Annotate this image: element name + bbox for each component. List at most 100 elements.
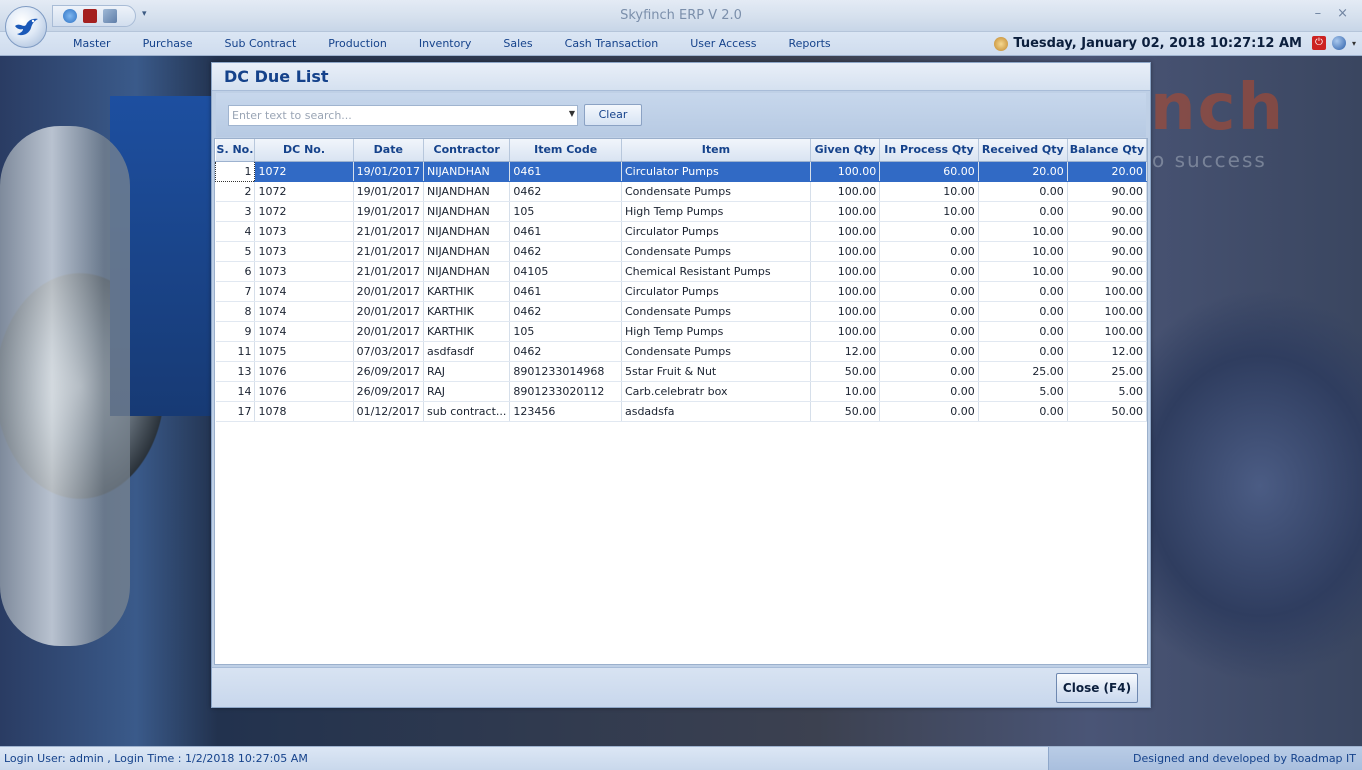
- table-cell[interactable]: 19/01/2017: [353, 201, 425, 222]
- table-cell[interactable]: 26/09/2017: [353, 381, 425, 402]
- table-cell[interactable]: 11: [215, 341, 256, 362]
- table-cell[interactable]: 1073: [254, 241, 354, 262]
- table-cell[interactable]: 0.00: [879, 281, 979, 302]
- table-cell[interactable]: 1073: [254, 261, 354, 282]
- table-cell[interactable]: asdfasdf: [423, 341, 511, 362]
- table-cell[interactable]: 90.00: [1067, 201, 1147, 222]
- table-cell[interactable]: 100.00: [810, 201, 881, 222]
- table-row[interactable]: 1 1072 19/01/2017 NIJANDHAN 0461 Circulator P…: [215, 160, 1147, 182]
- table-cell[interactable]: 100.00: [810, 161, 881, 182]
- table-cell[interactable]: 0462: [509, 181, 622, 202]
- table-cell[interactable]: 1076: [254, 361, 354, 382]
- table-cell[interactable]: 0.00: [978, 401, 1068, 422]
- table-row[interactable]: 4 1073 21/01/2017 NIJANDHAN 0461 Circulator P…: [215, 221, 1147, 242]
- table-cell[interactable]: 5: [215, 241, 256, 262]
- table-row[interactable]: 14 1076 26/09/2017 RAJ 8901233020112 Carb.cel…: [215, 381, 1147, 402]
- table-cell[interactable]: 10.00: [978, 241, 1068, 262]
- table-cell[interactable]: 90.00: [1067, 241, 1147, 262]
- table-cell[interactable]: 0461: [509, 281, 622, 302]
- menu-item-purchase[interactable]: Purchase: [127, 32, 209, 56]
- table-cell[interactable]: 0.00: [879, 401, 979, 422]
- table-row[interactable]: 11 1075 07/03/2017 asdfasdf 0462 Condensate P…: [215, 341, 1147, 362]
- close-button[interactable]: Close (F4): [1056, 673, 1138, 703]
- table-cell[interactable]: Condensate Pumps: [621, 301, 811, 322]
- table-cell[interactable]: 100.00: [810, 321, 881, 342]
- table-cell[interactable]: 7: [215, 281, 256, 302]
- table-cell[interactable]: 90.00: [1067, 261, 1147, 282]
- table-cell[interactable]: 20/01/2017: [353, 321, 425, 342]
- table-cell[interactable]: NIJANDHAN: [423, 221, 511, 242]
- table-cell[interactable]: 5.00: [1067, 381, 1147, 402]
- table-cell[interactable]: Circulator Pumps: [621, 281, 811, 302]
- table-cell[interactable]: 0.00: [879, 341, 979, 362]
- table-cell[interactable]: 0461: [509, 161, 622, 182]
- menu-item-sub-contract[interactable]: Sub Contract: [209, 32, 313, 56]
- table-cell[interactable]: 1072: [254, 181, 354, 202]
- table-cell[interactable]: 14: [215, 381, 256, 402]
- app-menu-button[interactable]: [5, 6, 47, 48]
- table-cell[interactable]: 1076: [254, 381, 354, 402]
- table-cell[interactable]: 1073: [254, 221, 354, 242]
- table-row[interactable]: 9 1074 20/01/2017 KARTHIK 105 High Temp Pumps…: [215, 321, 1147, 342]
- table-row[interactable]: 5 1073 21/01/2017 NIJANDHAN 0462 Condensate P…: [215, 241, 1147, 262]
- table-cell[interactable]: 01/12/2017: [353, 401, 425, 422]
- table-cell[interactable]: 60.00: [879, 161, 979, 182]
- table-cell[interactable]: 0.00: [879, 221, 979, 242]
- table-cell[interactable]: 1074: [254, 281, 354, 302]
- column-header-contractor[interactable]: Contractor: [423, 139, 511, 162]
- table-cell[interactable]: NIJANDHAN: [423, 261, 511, 282]
- table-cell[interactable]: sub contract...: [423, 401, 511, 422]
- table-cell[interactable]: RAJ: [423, 361, 511, 382]
- table-cell[interactable]: 105: [509, 201, 622, 222]
- table-cell[interactable]: 105: [509, 321, 622, 342]
- table-cell[interactable]: 0.00: [879, 241, 979, 262]
- table-cell[interactable]: 20.00: [1067, 161, 1147, 182]
- column-header-given-qty[interactable]: Given Qty: [810, 139, 881, 162]
- table-cell[interactable]: 0.00: [879, 321, 979, 342]
- table-cell[interactable]: 2: [215, 181, 256, 202]
- table-cell[interactable]: 100.00: [1067, 301, 1147, 322]
- table-cell[interactable]: 100.00: [810, 301, 881, 322]
- table-cell[interactable]: 8901233020112: [509, 381, 622, 402]
- table-cell[interactable]: 6: [215, 261, 256, 282]
- table-cell[interactable]: 1: [215, 160, 256, 182]
- table-cell[interactable]: 50.00: [810, 361, 881, 382]
- table-cell[interactable]: High Temp Pumps: [621, 201, 811, 222]
- table-cell[interactable]: 0461: [509, 221, 622, 242]
- table-cell[interactable]: 0.00: [879, 261, 979, 282]
- table-row[interactable]: 17 1078 01/12/2017 sub contract... 123456 asd…: [215, 401, 1147, 422]
- table-cell[interactable]: Carb.celebratr box: [621, 381, 811, 402]
- table-cell[interactable]: NIJANDHAN: [423, 241, 511, 262]
- menu-item-inventory[interactable]: Inventory: [403, 32, 488, 56]
- menu-item-user-access[interactable]: User Access: [674, 32, 772, 56]
- table-cell[interactable]: Condensate Pumps: [621, 341, 811, 362]
- table-cell[interactable]: 07/03/2017: [353, 341, 425, 362]
- table-cell[interactable]: 1074: [254, 301, 354, 322]
- table-cell[interactable]: 0462: [509, 341, 622, 362]
- table-row[interactable]: 8 1074 20/01/2017 KARTHIK 0462 Condensate Pum…: [215, 301, 1147, 322]
- close-window-button[interactable]: ×: [1337, 6, 1348, 21]
- power-icon[interactable]: ⏻: [1311, 36, 1326, 50]
- table-cell[interactable]: 8: [215, 301, 256, 322]
- table-cell[interactable]: 0.00: [978, 321, 1068, 342]
- table-row[interactable]: 7 1074 20/01/2017 KARTHIK 0461 Circulator Pum…: [215, 281, 1147, 302]
- table-cell[interactable]: 50.00: [1067, 401, 1147, 422]
- table-cell[interactable]: KARTHIK: [423, 281, 511, 302]
- table-cell[interactable]: 0.00: [978, 201, 1068, 222]
- table-cell[interactable]: 90.00: [1067, 221, 1147, 242]
- table-cell[interactable]: 123456: [509, 401, 622, 422]
- table-cell[interactable]: 5.00: [978, 381, 1068, 402]
- table-cell[interactable]: 100.00: [1067, 321, 1147, 342]
- table-cell[interactable]: Condensate Pumps: [621, 241, 811, 262]
- column-header-date[interactable]: Date: [353, 139, 425, 162]
- table-cell[interactable]: 100.00: [810, 281, 881, 302]
- table-cell[interactable]: 17: [215, 401, 256, 422]
- table-cell[interactable]: 0462: [509, 241, 622, 262]
- table-cell[interactable]: KARTHIK: [423, 321, 511, 342]
- table-cell[interactable]: 13: [215, 361, 256, 382]
- table-cell[interactable]: 100.00: [1067, 281, 1147, 302]
- menu-item-master[interactable]: Master: [57, 32, 127, 56]
- table-cell[interactable]: 19/01/2017: [353, 161, 425, 182]
- table-cell[interactable]: 0.00: [978, 301, 1068, 322]
- table-cell[interactable]: 0.00: [978, 341, 1068, 362]
